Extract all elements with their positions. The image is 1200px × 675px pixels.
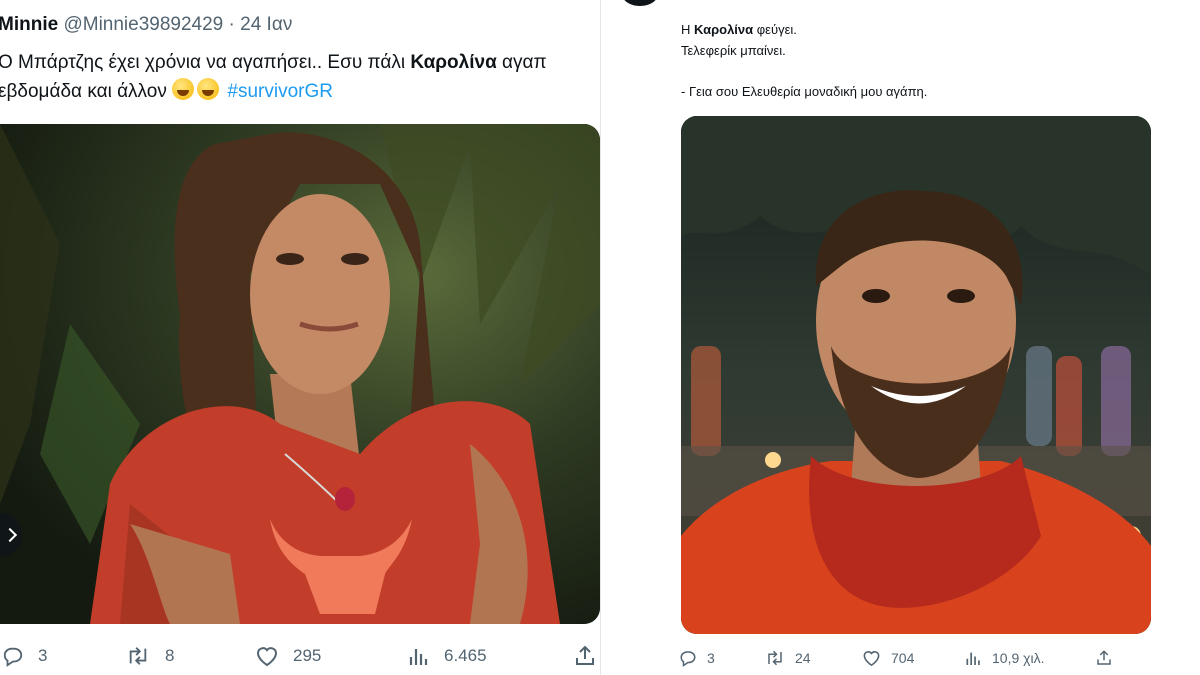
tweet-text-segment: Η — [681, 22, 694, 37]
tweet-media-photo[interactable] — [681, 116, 1151, 634]
tweet-text-segment: εβδομάδα και άλλον — [0, 81, 173, 102]
retweet-count: 24 — [795, 650, 811, 666]
views-button[interactable]: 10,9 χιλ. — [965, 649, 1045, 667]
views-count: 10,9 χιλ. — [992, 650, 1045, 666]
views-count: 6.465 — [444, 646, 487, 665]
tweet-media-photo[interactable] — [0, 124, 600, 624]
reply-button[interactable]: 3 — [679, 649, 715, 667]
tweet-text-bold: Καρολίνα — [410, 52, 497, 73]
header-separator: · — [228, 14, 235, 35]
tweet-text-segment: φεύγει. — [753, 22, 797, 37]
share-button[interactable] — [573, 644, 597, 668]
tweet-text-bold: Καρολίνα — [694, 22, 754, 37]
reply-count: 3 — [38, 646, 48, 665]
share-button[interactable] — [1095, 649, 1113, 667]
reply-icon — [680, 651, 696, 667]
hashtag-link[interactable]: #survivorGR — [227, 81, 333, 102]
right-tweet-panel: Η Καρολίνα φεύγει. Τελεφερίκ μπαίνει. - … — [600, 0, 1200, 675]
reply-icon — [3, 647, 23, 667]
reply-count: 3 — [707, 650, 715, 666]
tweet-text-line-3: - Γεια σου Ελευθερία μοναδική μου αγάπη. — [681, 84, 928, 99]
tweet-action-bar: 3 8 295 6.465 — [0, 640, 600, 672]
joy-emoji-icon — [172, 78, 195, 100]
like-count: 295 — [293, 646, 322, 665]
heart-icon — [863, 651, 880, 667]
tweet-action-bar: 3 24 704 10,9 χιλ. — [601, 645, 1200, 671]
share-icon — [576, 645, 594, 665]
author-handle[interactable]: @Minnie39892429 — [63, 14, 223, 35]
retweet-count: 8 — [165, 646, 175, 665]
share-icon — [1097, 650, 1111, 665]
like-count: 704 — [891, 650, 915, 666]
tweet-date[interactable]: 24 Ιαν — [240, 14, 292, 35]
tweet-text-line-1: Ο Μπάρτζης έχει χρόνια να αγαπήσει.. Εσυ… — [0, 50, 547, 76]
views-button[interactable]: 6.465 — [408, 645, 487, 667]
tweet-text-line-1: Η Καρολίνα φεύγει. — [681, 22, 797, 37]
heart-icon — [256, 647, 278, 667]
reply-button[interactable]: 3 — [2, 645, 47, 667]
tweet-text-segment: αγαπ — [496, 52, 547, 73]
author-name[interactable]: Minnie — [0, 14, 58, 35]
tweet-text-line-2: Τελεφερίκ μπαίνει. — [681, 43, 786, 58]
retweet-button[interactable]: 8 — [125, 645, 174, 667]
smiling-bearded-man-photo — [681, 116, 1151, 634]
woman-in-red-shirt-photo — [0, 124, 600, 624]
tweet-text-segment: Ο Μπάρτζης έχει χρόνια να αγαπήσει.. Εσυ… — [0, 52, 411, 73]
like-button[interactable]: 704 — [862, 649, 914, 667]
retweet-icon — [768, 650, 782, 666]
joy-emoji-icon — [197, 78, 220, 100]
tweet-header: Minnie @Minnie39892429 · 24 Ιαν — [0, 14, 292, 36]
tweet-text-line-2: εβδομάδα και άλλον #survivorGR — [0, 78, 333, 105]
views-chart-icon — [409, 649, 428, 665]
left-tweet-panel: Minnie @Minnie39892429 · 24 Ιαν Ο Μπάρτζ… — [0, 0, 600, 675]
retweet-button[interactable]: 24 — [765, 649, 811, 667]
like-button[interactable]: 295 — [255, 645, 321, 667]
retweet-icon — [129, 647, 147, 665]
views-chart-icon — [966, 652, 980, 665]
